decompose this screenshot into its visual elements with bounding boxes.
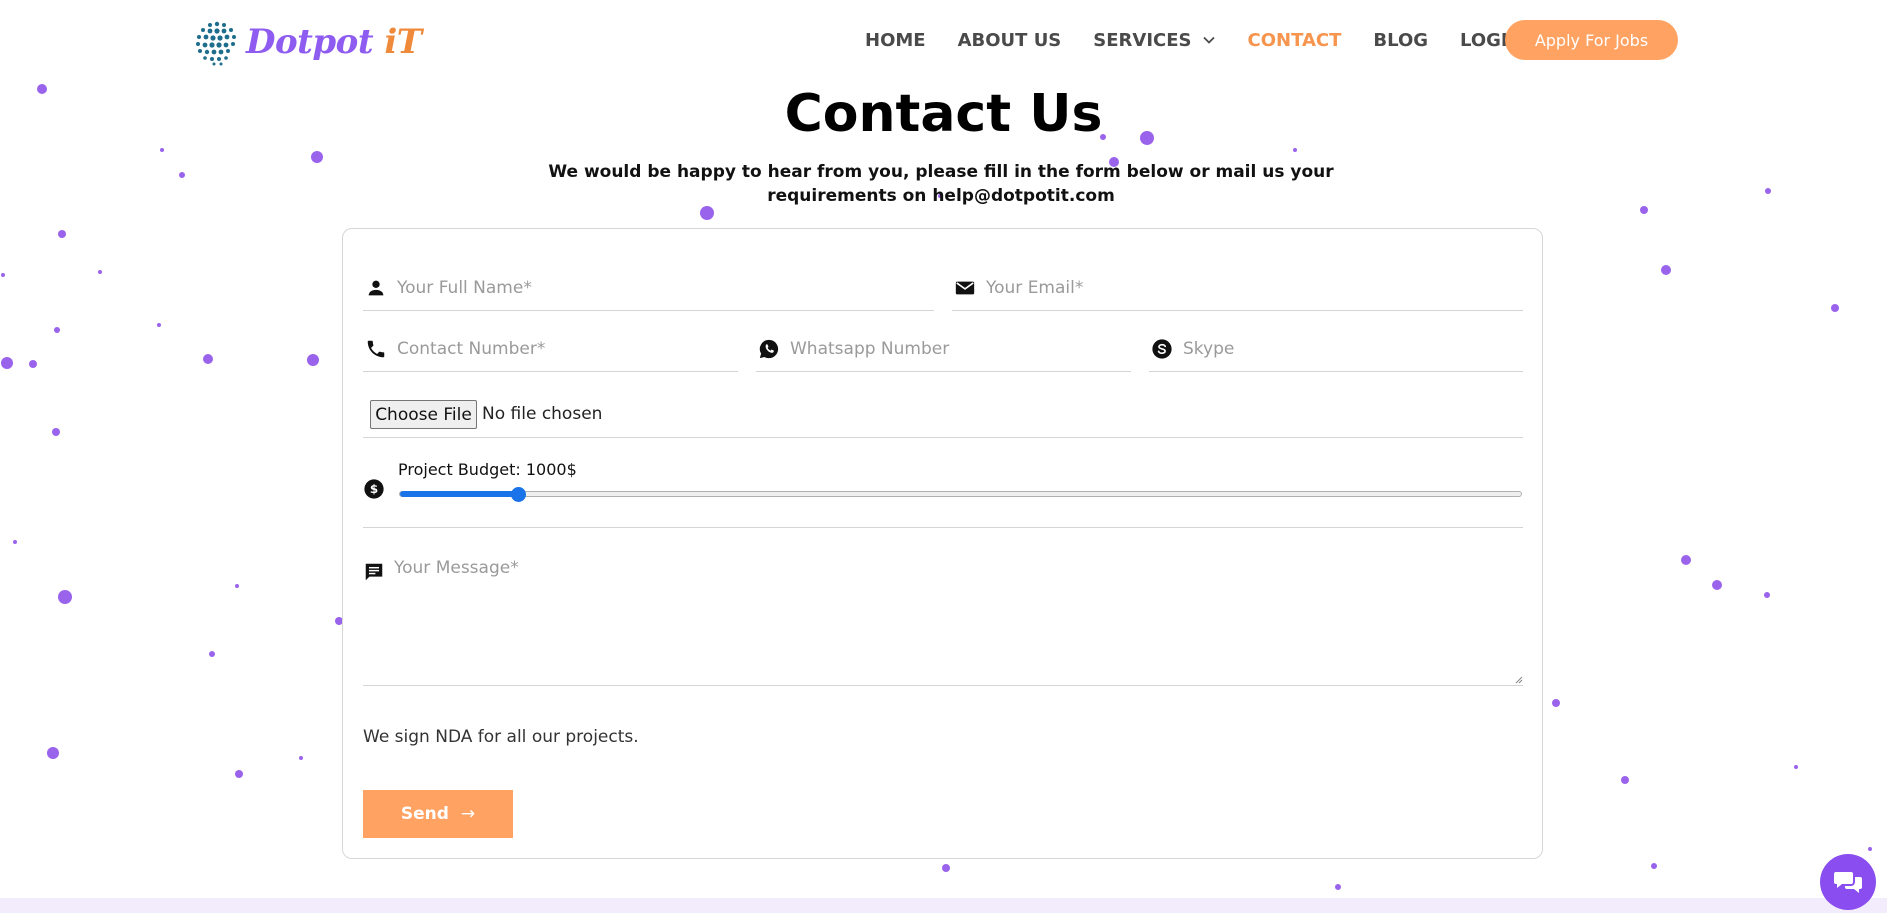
particle-dot — [1831, 304, 1839, 312]
nav-contact[interactable]: CONTACT — [1248, 21, 1342, 59]
logo[interactable]: Dotpot iT — [192, 16, 422, 68]
whatsapp-placeholder: Whatsapp Number — [790, 339, 950, 359]
particle-dot — [307, 354, 319, 366]
send-label: Send — [400, 804, 449, 824]
particle-dot — [1293, 148, 1297, 152]
person-icon — [368, 280, 384, 296]
apply-for-jobs-button[interactable]: Apply For Jobs — [1505, 20, 1678, 60]
svg-text:$: $ — [370, 482, 378, 496]
nav-services[interactable]: SERVICES — [1093, 21, 1215, 59]
nda-note: We sign NDA for all our projects. — [363, 727, 639, 747]
particle-dot — [58, 590, 72, 604]
message-divider — [363, 685, 1523, 686]
budget-divider — [363, 527, 1523, 528]
logo-wordmark: Dotpot iT — [246, 22, 422, 62]
nav-about-us[interactable]: ABOUT US — [958, 21, 1062, 59]
budget-label: Project Budget: 1000$ — [398, 460, 577, 479]
particle-dot — [1681, 555, 1691, 565]
particle-dot — [13, 540, 17, 544]
contact-number-field[interactable]: Contact Number* — [363, 327, 738, 372]
dollar-icon: $ — [364, 479, 384, 499]
particle-dot — [29, 360, 37, 368]
particle-dot — [1651, 863, 1657, 869]
chevron-down-icon — [1202, 36, 1215, 44]
arrow-right-icon: → — [460, 804, 476, 824]
footer-band — [0, 898, 1887, 913]
chat-bubbles-icon — [1834, 872, 1862, 893]
particle-dot — [1552, 699, 1560, 707]
nav-blog[interactable]: BLOG — [1373, 21, 1428, 59]
particle-dot — [1661, 265, 1671, 275]
page-subtitle: We would be happy to hear from you, plea… — [548, 162, 1334, 206]
particle-dot — [179, 172, 185, 178]
particle-dot — [58, 230, 66, 238]
particle-dot — [1712, 580, 1722, 590]
contact-form: Your Full Name* Your Email* Contact Numb… — [342, 228, 1543, 859]
skype-placeholder: Skype — [1183, 339, 1235, 359]
budget-slider-fill — [400, 491, 518, 497]
budget-slider-thumb[interactable] — [510, 487, 526, 502]
site-header: Dotpot iT HOME ABOUT US SERVICES CONTACT… — [0, 0, 1887, 80]
particle-dot — [52, 428, 60, 436]
choose-file-button[interactable]: Choose File — [370, 400, 477, 429]
particle-dot — [1621, 776, 1629, 784]
chat-button[interactable] — [1820, 854, 1876, 910]
particle-dot — [235, 584, 239, 588]
budget-slider[interactable] — [399, 487, 1522, 502]
particle-dot — [160, 148, 164, 152]
nav-home[interactable]: HOME — [865, 21, 926, 59]
particle-dot — [235, 770, 243, 778]
main-nav: HOME ABOUT US SERVICES CONTACT BLOG LOGI… — [865, 21, 1555, 59]
particle-dot — [98, 270, 102, 274]
full-name-placeholder: Your Full Name* — [397, 278, 532, 298]
email-placeholder: Your Email* — [986, 278, 1084, 298]
resize-handle-icon[interactable] — [1513, 674, 1523, 684]
particle-dot — [1, 357, 13, 369]
particle-dot — [1765, 188, 1771, 194]
envelope-icon — [955, 281, 975, 295]
send-button[interactable]: Send → — [363, 790, 513, 838]
particle-dot — [1868, 847, 1872, 851]
particle-dot — [700, 206, 714, 220]
particle-dot — [54, 327, 60, 333]
particle-dot — [299, 756, 303, 760]
particle-dot — [1640, 206, 1648, 214]
particle-dot — [1335, 884, 1341, 890]
particle-dot — [203, 354, 213, 364]
whatsapp-icon — [759, 339, 779, 359]
particle-dot — [942, 864, 950, 872]
phone-icon — [367, 340, 385, 358]
file-status: No file chosen — [482, 404, 603, 424]
whatsapp-field[interactable]: Whatsapp Number — [756, 327, 1131, 372]
particle-dot — [157, 323, 161, 327]
particle-dot — [311, 151, 323, 163]
particle-dot — [47, 747, 59, 759]
logo-name: Dotpot — [246, 22, 374, 62]
contact-number-placeholder: Contact Number* — [397, 339, 546, 359]
particle-dot — [1, 273, 5, 277]
page-title: Contact Us — [784, 84, 1103, 144]
globe-logo-icon — [196, 21, 236, 66]
email-field[interactable]: Your Email* — [952, 266, 1523, 311]
message-textarea[interactable] — [363, 547, 1523, 685]
logo-suffix: iT — [384, 22, 422, 62]
skype-icon — [1152, 339, 1172, 359]
particle-dot — [1764, 592, 1770, 598]
skype-field[interactable]: Skype — [1149, 327, 1523, 372]
full-name-field[interactable]: Your Full Name* — [363, 266, 934, 311]
particle-dot — [209, 651, 215, 657]
file-divider — [363, 437, 1523, 438]
particle-dot — [1794, 765, 1798, 769]
